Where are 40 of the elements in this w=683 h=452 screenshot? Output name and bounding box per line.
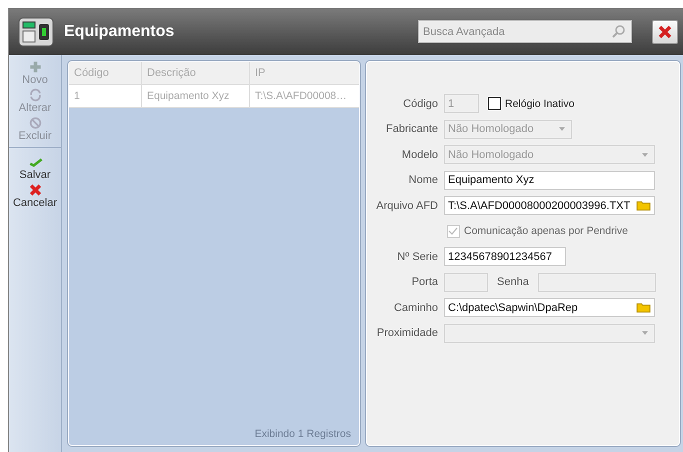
toolbar-button[interactable]: Cancelar — [9, 182, 61, 210]
field-label: Arquivo AFD — [375, 200, 438, 212]
search-icon[interactable] — [612, 24, 626, 38]
text-field[interactable]: Equipamento Xyz — [444, 170, 655, 190]
field-label: Fabricante — [385, 123, 438, 136]
field-label: Porta — [410, 276, 438, 288]
plus-icon — [28, 60, 42, 74]
text-field[interactable]: 12345678901234567 — [444, 247, 566, 266]
table-cell: Equipamento Xyz — [142, 85, 250, 107]
cross-icon — [28, 183, 42, 197]
path-field[interactable]: T:\S.A\AFD00008000200003996.TXT — [444, 196, 655, 216]
table-cell-text: T:\S.A\AFD00008… — [254, 89, 348, 104]
path-field[interactable]: C:\dpatec\Sapwin\DpaRep — [444, 298, 655, 318]
column-header[interactable]: IP — [250, 62, 359, 84]
folder-icon[interactable] — [636, 302, 651, 314]
field-label: Caminho — [392, 302, 438, 314]
window-title: Equipamentos — [64, 22, 176, 40]
field-label: Senha — [497, 276, 529, 288]
field-label: Proximidade — [376, 327, 438, 340]
checkbox-label: Comunicação apenas por Pendrive — [464, 225, 628, 238]
field-label: Código — [402, 98, 438, 110]
column-header[interactable]: Código — [69, 62, 142, 84]
close-icon — [658, 24, 672, 38]
cancel-circle-icon — [28, 116, 42, 130]
search-field[interactable]: Busca Avançada — [418, 20, 632, 43]
folder-icon[interactable] — [636, 200, 651, 212]
record-count: Exibindo 1 Registros — [254, 428, 352, 442]
close-button[interactable] — [652, 20, 678, 44]
caret-icon — [559, 127, 565, 132]
caret-icon — [642, 331, 648, 336]
toolbar-button[interactable]: Salvar — [9, 154, 61, 182]
password-field[interactable] — [538, 272, 656, 292]
field-label: Modelo — [400, 148, 438, 161]
column-header[interactable]: Descrição — [142, 62, 250, 84]
caret-icon — [642, 152, 648, 157]
table-cell: 1 — [69, 85, 142, 107]
field-label: Nº Serie — [396, 250, 438, 263]
field-label: Nome — [408, 174, 438, 186]
checkbox-label: Relógio Inativo — [505, 98, 574, 110]
refresh-icon — [28, 88, 42, 102]
